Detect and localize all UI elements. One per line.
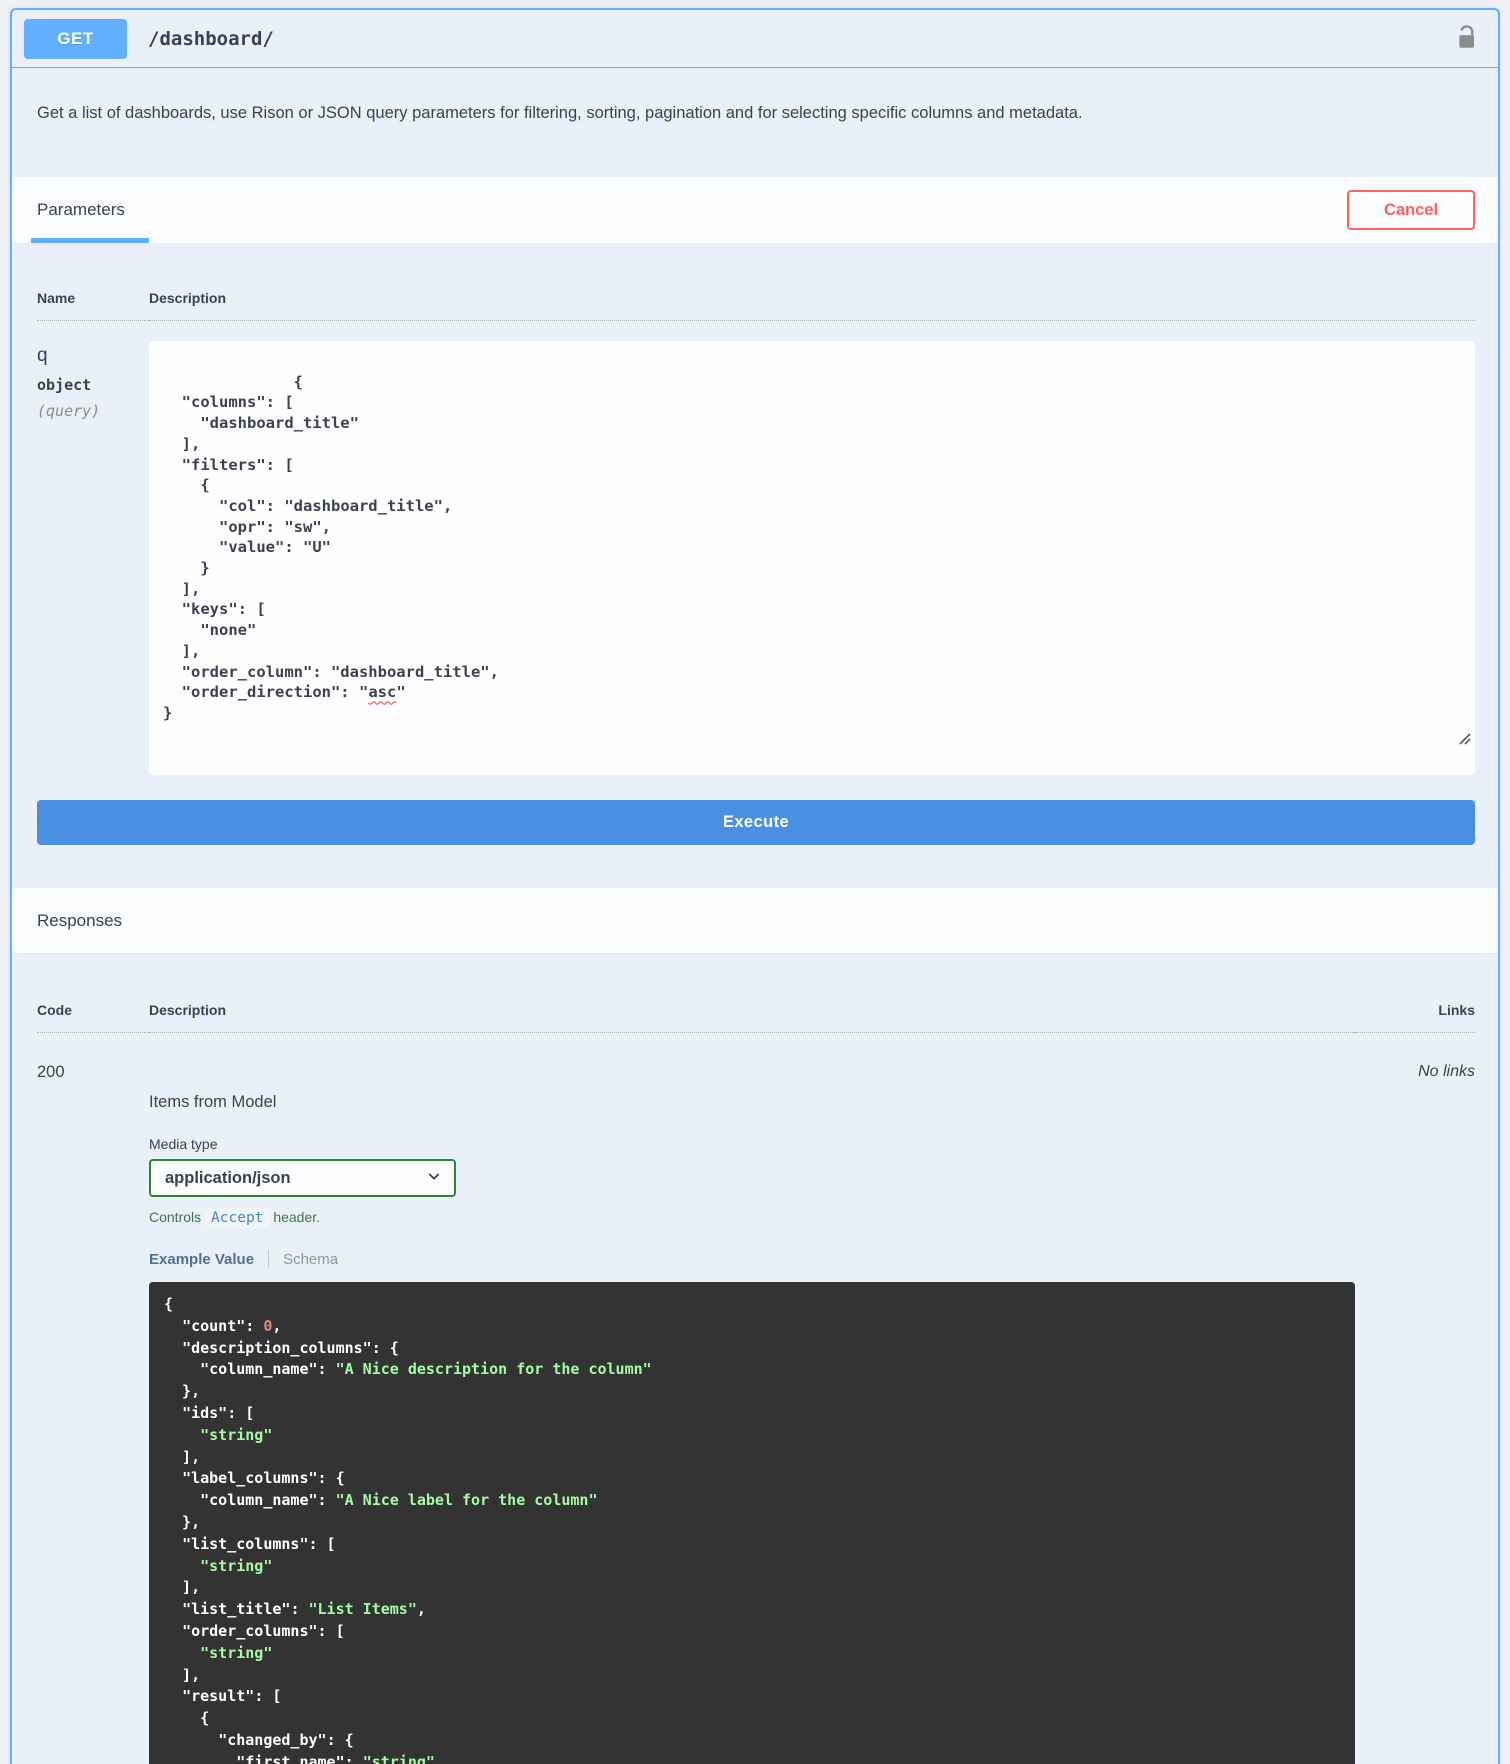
unlock-icon — [1456, 24, 1477, 53]
param-q-json-editor[interactable]: { "columns": [ "dashboard_title" ], "fil… — [149, 341, 1475, 776]
endpoint-summary-bar[interactable]: GET /dashboard/ — [12, 10, 1498, 68]
responses-title: Responses — [37, 910, 123, 930]
parameters-header: Parameters Cancel — [12, 177, 1498, 244]
controls-accept-hint: Controls Accept header. — [149, 1208, 1355, 1229]
chevron-down-icon — [426, 1168, 442, 1189]
accept-header-code: Accept — [205, 1208, 270, 1229]
tab-example-value[interactable]: Example Value — [149, 1251, 254, 1268]
endpoint-path: /dashboard/ — [148, 27, 274, 50]
tab-parameters[interactable]: Parameters — [31, 177, 149, 243]
response-links-header: Links — [1355, 984, 1475, 1034]
textarea-resize-handle[interactable] — [1309, 709, 1471, 771]
parameters-table: Name Description q object (query) { "col… — [12, 244, 1498, 887]
execute-button[interactable]: Execute — [37, 800, 1475, 846]
media-type-selected-value: application/json — [165, 1168, 291, 1187]
response-row-200: 200 Items from Model Media type applicat… — [37, 1033, 1475, 1764]
response-description: Items from Model — [149, 1093, 277, 1112]
param-description-header: Description — [149, 272, 1475, 321]
response-code: 200 — [37, 1063, 65, 1082]
param-row-q: q object (query) { "columns": [ "dashboa… — [37, 321, 1475, 776]
param-type: object — [37, 376, 92, 394]
opblock-get-dashboard: GET /dashboard/ Get a list of dashboards… — [10, 8, 1500, 1764]
example-response-json: { "count": 0, "description_columns": { "… — [149, 1282, 1355, 1764]
controls-hint-suffix: header. — [273, 1209, 321, 1226]
param-name: q — [37, 345, 48, 366]
param-location: (query) — [37, 402, 101, 420]
response-code-header: Code — [37, 984, 149, 1034]
responses-table: Code Description Links 200 Items from Mo… — [12, 954, 1498, 1764]
media-type-label: Media type — [149, 1136, 218, 1153]
q-editor-misspelled-word: asc — [368, 683, 397, 702]
response-links-value: No links — [1418, 1063, 1475, 1081]
tab-separator — [268, 1250, 270, 1269]
tab-schema[interactable]: Schema — [283, 1251, 338, 1268]
endpoint-description: Get a list of dashboards, use Rison or J… — [37, 104, 1083, 122]
example-schema-tabs: Example Value Schema — [149, 1250, 1355, 1269]
response-description-header: Description — [149, 984, 1355, 1034]
media-type-select[interactable]: application/json — [149, 1159, 456, 1198]
q-editor-text: { "columns": [ "dashboard_title" ], "fil… — [181, 372, 499, 702]
cancel-button[interactable]: Cancel — [1347, 190, 1475, 230]
responses-header: Responses — [12, 887, 1498, 955]
controls-hint-prefix: Controls — [149, 1209, 202, 1226]
http-method-badge: GET — [24, 18, 127, 59]
auth-lock-button[interactable] — [1456, 24, 1477, 53]
param-name-header: Name — [37, 272, 149, 321]
